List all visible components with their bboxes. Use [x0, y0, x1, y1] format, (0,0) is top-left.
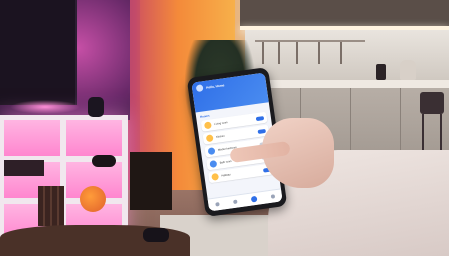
- bulb-icon: [205, 134, 214, 143]
- app-title: Hello, Home: [205, 82, 225, 90]
- bulb-icon: [209, 160, 218, 168]
- home-icon[interactable]: [215, 202, 220, 207]
- room-label: Hallway: [221, 173, 231, 178]
- kitchen-upper-cabinets: [240, 0, 449, 28]
- wall-tv: [0, 0, 77, 105]
- decorative-globe: [80, 186, 106, 212]
- settings-icon[interactable]: [270, 194, 276, 199]
- kitchen-counter: [250, 80, 449, 88]
- utensil: [296, 42, 298, 64]
- tv-ambient-glow: [10, 100, 80, 114]
- utensil: [262, 42, 264, 64]
- shelf-cell: [4, 120, 60, 156]
- headphones: [92, 155, 116, 167]
- utensil: [318, 42, 320, 64]
- game-controller: [143, 228, 169, 242]
- kettle: [400, 60, 416, 80]
- grid-icon[interactable]: [233, 199, 238, 205]
- record-player: [4, 160, 44, 176]
- avatar-icon[interactable]: [195, 84, 204, 93]
- utensil-rail: [255, 40, 365, 42]
- smart-speaker: [88, 97, 104, 117]
- book-stack: [38, 186, 64, 226]
- photo-scene: Hello, Home Rooms Living room Kitchen Ma…: [0, 0, 449, 256]
- shelf-cell: [66, 120, 122, 156]
- subwoofer: [130, 152, 172, 210]
- bar-stool: [420, 92, 444, 114]
- room-label: Living room: [214, 121, 228, 126]
- bulb-icon: [211, 172, 220, 181]
- room-toggle[interactable]: [257, 128, 266, 134]
- bulb-icon: [207, 147, 216, 156]
- kitchen-backsplash: [245, 30, 449, 82]
- add-icon[interactable]: [250, 195, 258, 203]
- utensil: [278, 42, 280, 64]
- room-toggle[interactable]: [255, 115, 265, 121]
- room-label: Kitchen: [215, 134, 225, 139]
- coffee-grinder: [376, 64, 386, 80]
- bulb-icon: [203, 121, 212, 130]
- utensil: [340, 42, 342, 64]
